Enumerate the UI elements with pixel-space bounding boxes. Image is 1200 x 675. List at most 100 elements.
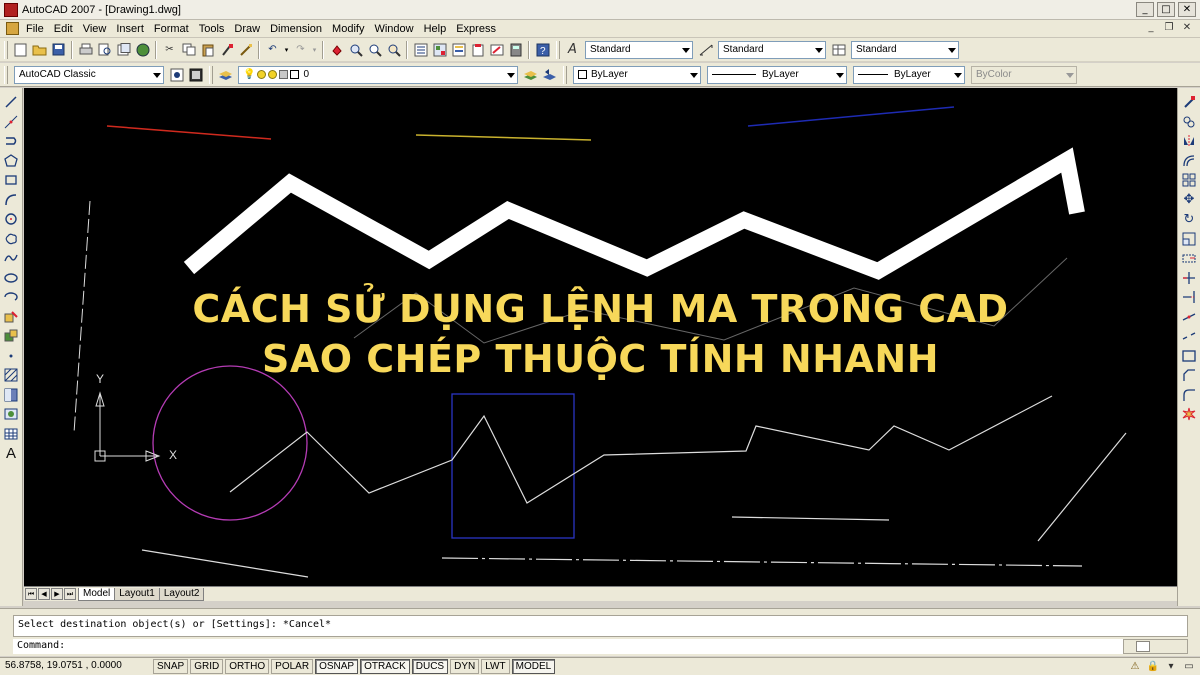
minimize-button[interactable]: _ (1136, 2, 1154, 17)
copy-icon[interactable] (180, 41, 197, 58)
scale-icon[interactable] (1181, 231, 1197, 247)
my-workspace-icon[interactable] (187, 66, 204, 83)
new-icon[interactable] (12, 41, 29, 58)
join-icon[interactable] (1181, 348, 1197, 364)
construction-line-icon[interactable] (3, 114, 19, 130)
arc-icon[interactable] (3, 192, 19, 208)
help-icon[interactable]: ? (534, 41, 551, 58)
redo-icon[interactable]: ↷ (292, 41, 309, 58)
tab-layout2[interactable]: Layout2 (158, 587, 205, 601)
color-select[interactable]: ByLayer (573, 65, 701, 84)
save-icon[interactable] (50, 41, 67, 58)
coordinate-readout[interactable]: 56.8758, 19.0751 , 0.0000 (3, 659, 153, 674)
tray-settings-icon[interactable]: ▾ (1164, 660, 1178, 674)
paste-icon[interactable] (199, 41, 216, 58)
command-scrollbar[interactable] (1123, 639, 1188, 654)
close-button[interactable]: ✕ (1178, 2, 1196, 17)
menu-help[interactable]: Help (420, 23, 453, 35)
match-properties-icon[interactable] (218, 41, 235, 58)
web-publish-icon[interactable] (134, 41, 151, 58)
first-tab-icon[interactable]: ⏮ (25, 588, 37, 600)
lwt-toggle[interactable]: LWT (481, 659, 510, 674)
tool-palettes-icon[interactable] (450, 41, 467, 58)
layer-previous-icon[interactable] (541, 66, 558, 83)
communication-center-icon[interactable]: ⚠ (1128, 660, 1142, 674)
explode-icon[interactable] (1181, 406, 1197, 422)
doc-minimize-button[interactable]: _ (1144, 21, 1158, 35)
rectangle-icon[interactable] (3, 172, 19, 188)
menu-modify[interactable]: Modify (328, 23, 370, 35)
menu-window[interactable]: Window (370, 23, 419, 35)
document-icon[interactable] (6, 22, 19, 35)
maximize-button[interactable]: □ (1157, 2, 1175, 17)
osnap-toggle[interactable]: OSNAP (315, 659, 359, 674)
point-icon[interactable] (3, 348, 19, 364)
copy-object-icon[interactable] (1181, 114, 1197, 130)
menu-express[interactable]: Express (452, 23, 502, 35)
publish-icon[interactable] (115, 41, 132, 58)
last-tab-icon[interactable]: ⏭ (64, 588, 76, 600)
quickcalc-icon[interactable] (507, 41, 524, 58)
fillet-icon[interactable] (1181, 387, 1197, 403)
tab-layout1[interactable]: Layout1 (114, 587, 160, 601)
text-style-select[interactable]: Standard (585, 40, 693, 59)
snap-toggle[interactable]: SNAP (153, 659, 189, 674)
extend-icon[interactable] (1181, 289, 1197, 305)
erase-icon[interactable] (1181, 94, 1197, 110)
rotate-icon[interactable]: ↻ (1181, 211, 1197, 227)
redo-dropdown-icon[interactable]: ▾ (311, 41, 318, 58)
lock-icon[interactable]: 🔒 (1146, 660, 1160, 674)
tab-model[interactable]: Model (78, 587, 116, 601)
zoom-realtime-icon[interactable] (347, 41, 364, 58)
undo-icon[interactable]: ↶ (264, 41, 281, 58)
toolbar-grip[interactable] (556, 40, 560, 59)
menu-view[interactable]: View (79, 23, 113, 35)
zoom-window-icon[interactable] (366, 41, 383, 58)
insert-block-icon[interactable] (3, 309, 19, 325)
plot-preview-icon[interactable] (96, 41, 113, 58)
zoom-previous-icon[interactable] (385, 41, 402, 58)
circle-icon[interactable] (3, 211, 19, 227)
menu-format[interactable]: Format (150, 23, 195, 35)
polyline-icon[interactable] (3, 133, 19, 149)
doc-close-button[interactable]: ✕ (1180, 21, 1194, 35)
markup-icon[interactable] (488, 41, 505, 58)
menu-tools[interactable]: Tools (195, 23, 231, 35)
spline-icon[interactable] (3, 250, 19, 266)
layer-manager-icon[interactable] (217, 66, 234, 83)
gradient-icon[interactable] (3, 387, 19, 403)
polar-toggle[interactable]: POLAR (271, 659, 314, 674)
design-center-icon[interactable] (431, 41, 448, 58)
table-style-icon[interactable] (830, 41, 847, 58)
toolbar-grip[interactable] (563, 65, 567, 84)
dyn-toggle[interactable]: DYN (450, 659, 480, 674)
grid-toggle[interactable]: GRID (190, 659, 224, 674)
ellipse-icon[interactable] (3, 270, 19, 286)
menu-insert[interactable]: Insert (112, 23, 150, 35)
make-object-layer-current-icon[interactable] (522, 66, 539, 83)
break-at-point-icon[interactable] (1181, 309, 1197, 325)
line-icon[interactable] (3, 94, 19, 110)
ortho-toggle[interactable]: ORTHO (225, 659, 270, 674)
sheet-set-icon[interactable] (469, 41, 486, 58)
doc-restore-button[interactable]: ❐ (1162, 21, 1176, 35)
table-style-select[interactable]: Standard (851, 40, 959, 59)
linetype-select[interactable]: ByLayer (707, 65, 847, 84)
open-icon[interactable] (31, 41, 48, 58)
revision-cloud-icon[interactable] (3, 231, 19, 247)
menu-draw[interactable]: Draw (230, 23, 266, 35)
menu-edit[interactable]: Edit (50, 23, 79, 35)
block-editor-icon[interactable] (237, 41, 254, 58)
make-block-icon[interactable] (3, 328, 19, 344)
dimension-style-select[interactable]: Standard (718, 40, 826, 59)
workspace-select[interactable]: AutoCAD Classic (14, 65, 164, 84)
chamfer-icon[interactable] (1181, 367, 1197, 383)
toolbar-grip[interactable] (209, 65, 213, 84)
properties-icon[interactable] (412, 41, 429, 58)
menu-dimension[interactable]: Dimension (266, 23, 328, 35)
model-toggle[interactable]: MODEL (511, 659, 556, 674)
next-tab-icon[interactable]: ▶ (51, 588, 63, 600)
cut-icon[interactable]: ✂ (161, 41, 178, 58)
workspace-settings-icon[interactable] (168, 66, 185, 83)
pan-icon[interactable] (328, 41, 345, 58)
